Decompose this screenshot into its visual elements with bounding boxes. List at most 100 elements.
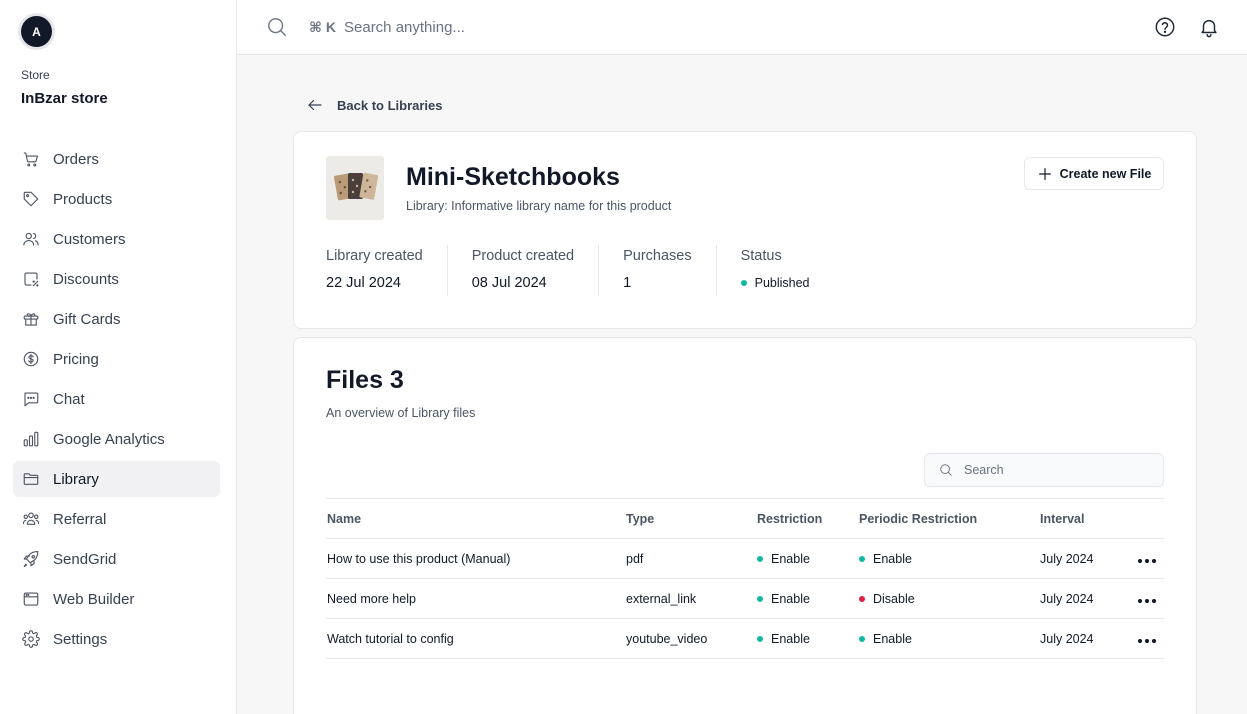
more-actions-icon[interactable]	[1129, 578, 1164, 619]
sidebar-item-label: Products	[53, 190, 113, 208]
gear-icon	[22, 630, 40, 648]
periodic-restriction-cell: Disable	[858, 578, 1039, 619]
sidebar-item-label: Referral	[53, 510, 107, 528]
interval-cell: July 2024	[1039, 618, 1129, 659]
gift-icon	[22, 310, 40, 328]
status-dot	[859, 556, 865, 562]
stat-purchases: Purchases 1	[598, 245, 716, 296]
periodic-restriction-cell: Enable	[858, 618, 1039, 659]
status-dot	[740, 280, 747, 286]
back-to-libraries-link[interactable]: Back to Libraries	[306, 96, 443, 114]
sidebar-item-label: SendGrid	[53, 550, 117, 568]
bell-icon[interactable]	[1198, 16, 1220, 38]
sidebar-item-library[interactable]: Library	[13, 461, 220, 497]
status-dot	[757, 596, 763, 602]
sidebar-item-chat[interactable]: Chat	[13, 381, 220, 417]
create-new-file-button[interactable]: Create new File	[1024, 157, 1164, 190]
sidebar-item-referral[interactable]: Referral	[13, 501, 220, 537]
sidebar-item-pricing[interactable]: Pricing	[13, 341, 220, 377]
referral-icon	[22, 510, 40, 528]
avatar[interactable]: A	[21, 16, 52, 47]
column-header-actions	[1129, 498, 1164, 539]
sidebar-item-google-analytics[interactable]: Google Analytics	[13, 421, 220, 457]
periodic-restriction-value: Disable	[873, 592, 915, 606]
product-thumbnail	[326, 156, 384, 220]
sidebar-item-label: Settings	[53, 630, 108, 648]
bar-chart-icon	[22, 430, 40, 448]
create-button-label: Create new File	[1059, 166, 1152, 181]
top-bar: ⌘ K Search anything...	[237, 0, 1247, 55]
product-library-subtitle: Library: Informative library name for th…	[406, 199, 672, 213]
file-type: pdf	[625, 538, 756, 579]
global-search-input[interactable]: Search anything...	[344, 19, 465, 36]
sidebar-item-label: Orders	[53, 150, 99, 168]
help-icon[interactable]	[1154, 16, 1176, 38]
files-search-input[interactable]	[964, 463, 1144, 477]
restriction-value: Enable	[771, 552, 810, 566]
stat-status: Status Published	[715, 245, 834, 296]
cart-icon	[22, 150, 40, 168]
table-row[interactable]: Watch tutorial to config youtube_video E…	[326, 618, 1164, 659]
files-title: Files 3	[326, 366, 404, 394]
table-row[interactable]: Need more help external_link Enable Disa…	[326, 578, 1164, 619]
file-type: external_link	[625, 578, 756, 619]
users-icon	[22, 230, 40, 248]
stat-value: 1	[623, 275, 632, 291]
column-header-type[interactable]: Type	[625, 498, 756, 539]
sidebar-item-gift-cards[interactable]: Gift Cards	[13, 301, 220, 337]
status-dot	[757, 636, 763, 642]
sidebar-item-label: Chat	[53, 390, 85, 408]
column-header-interval[interactable]: Interval	[1039, 498, 1129, 539]
status-dot	[859, 596, 865, 602]
sidebar-item-label: Customers	[53, 230, 126, 248]
sidebar: A Store InBzar store Orders Products Cus…	[0, 0, 237, 714]
sidebar-item-products[interactable]: Products	[13, 181, 220, 217]
status-badge: Published	[740, 276, 810, 290]
sidebar-item-label: Pricing	[53, 350, 99, 368]
files-card: Files 3 An overview of Library files Nam…	[293, 337, 1197, 714]
sidebar-item-sendgrid[interactable]: SendGrid	[13, 541, 220, 577]
store-name[interactable]: InBzar store	[21, 90, 108, 107]
status-dot	[859, 636, 865, 642]
sidebar-item-orders[interactable]: Orders	[13, 141, 220, 177]
keyboard-shortcut-hint: ⌘ K	[309, 19, 336, 35]
sidebar-item-customers[interactable]: Customers	[13, 221, 220, 257]
stat-label: Product created	[471, 248, 575, 264]
stat-product-created: Product created 08 Jul 2024	[446, 245, 598, 296]
status-dot	[757, 556, 763, 562]
more-actions-icon[interactable]	[1129, 618, 1164, 659]
table-row[interactable]: How to use this product (Manual) pdf Ena…	[326, 538, 1164, 579]
sidebar-item-web-builder[interactable]: Web Builder	[13, 581, 220, 617]
status-text: Published	[754, 276, 810, 290]
back-link-label: Back to Libraries	[337, 97, 443, 113]
periodic-restriction-value: Enable	[873, 552, 912, 566]
stat-value: 22 Jul 2024	[326, 275, 401, 291]
interval-cell: July 2024	[1039, 538, 1129, 579]
chat-icon	[22, 390, 40, 408]
browser-icon	[22, 590, 40, 608]
column-header-name[interactable]: Name	[326, 498, 625, 539]
periodic-restriction-cell: Enable	[858, 538, 1039, 579]
sidebar-item-discounts[interactable]: Discounts	[13, 261, 220, 297]
sidebar-item-settings[interactable]: Settings	[13, 621, 220, 657]
files-subtitle: An overview of Library files	[326, 406, 476, 420]
sidebar-item-label: Web Builder	[53, 590, 135, 608]
stat-library-created: Library created 22 Jul 2024	[326, 245, 447, 296]
restriction-cell: Enable	[756, 538, 858, 579]
search-icon[interactable]	[266, 16, 288, 38]
file-type: youtube_video	[625, 618, 756, 659]
files-table: Name Type Restriction Periodic Restricti…	[326, 498, 1164, 659]
restriction-cell: Enable	[756, 618, 858, 659]
column-header-restriction[interactable]: Restriction	[756, 498, 858, 539]
more-actions-icon[interactable]	[1129, 538, 1164, 579]
plus-icon	[1038, 167, 1051, 180]
rocket-icon	[22, 550, 40, 568]
restriction-value: Enable	[771, 592, 810, 606]
sidebar-item-label: Google Analytics	[53, 430, 165, 448]
periodic-restriction-value: Enable	[873, 632, 912, 646]
dollar-icon	[22, 350, 40, 368]
column-header-periodic-restriction[interactable]: Periodic Restriction	[858, 498, 1039, 539]
arrow-left-icon	[308, 99, 322, 111]
sidebar-item-label: Gift Cards	[53, 310, 121, 328]
stat-label: Library created	[326, 248, 423, 264]
